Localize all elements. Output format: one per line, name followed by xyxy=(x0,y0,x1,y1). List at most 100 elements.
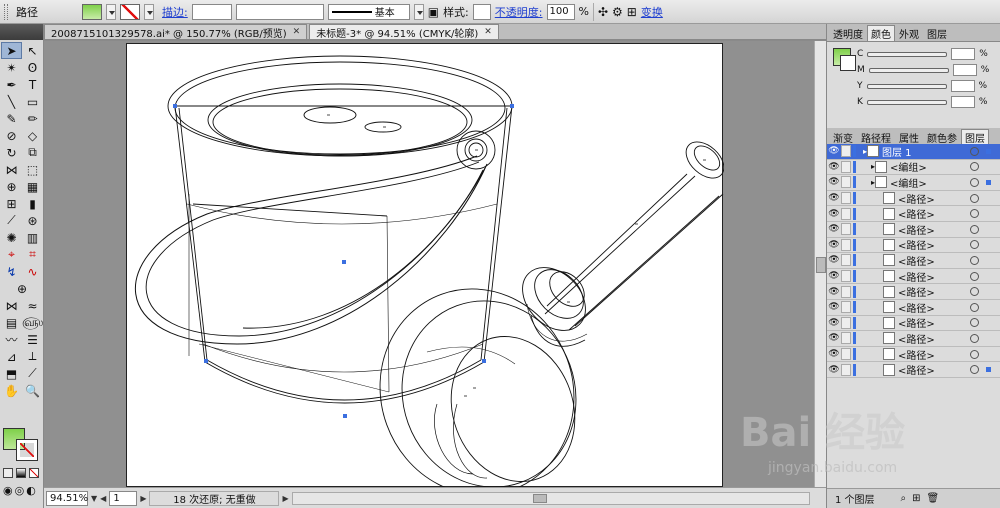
free-transform-tool-icon[interactable]: ⬚ xyxy=(22,161,43,178)
horizontal-scroll-thumb[interactable] xyxy=(532,493,547,503)
artboard-number-field[interactable]: 1 xyxy=(109,490,138,506)
symbol-sprayer-tool-icon[interactable]: ✺ xyxy=(1,229,22,246)
visibility-eye-icon[interactable]: 👁 xyxy=(827,209,841,219)
tools-panel-header[interactable] xyxy=(0,24,43,40)
lasso-tool-icon[interactable]: ʘ xyxy=(22,59,43,76)
layer-row[interactable]: 👁 <路径> xyxy=(827,253,1000,269)
yellow-value[interactable] xyxy=(950,80,975,92)
artboard-tool-icon[interactable]: ⌖ xyxy=(1,246,22,263)
magenta-slider[interactable] xyxy=(868,67,949,73)
mesh-tool-icon[interactable]: ⊞ xyxy=(1,195,22,212)
layer-row[interactable]: 👁 <路径> xyxy=(827,238,1000,254)
close-icon[interactable]: ✕ xyxy=(293,27,301,37)
visibility-eye-icon[interactable]: 👁 xyxy=(827,224,841,234)
blob-brush-tool-icon[interactable]: ⊘ xyxy=(1,127,22,144)
black-value[interactable] xyxy=(950,96,975,108)
warp-tool-icon[interactable]: ≈ xyxy=(22,297,43,314)
canvas-area[interactable] xyxy=(44,41,814,487)
target-icon[interactable] xyxy=(970,287,979,297)
lock-toggle[interactable] xyxy=(841,238,851,251)
layer-row[interactable]: 👁 ▸ 图层 1 xyxy=(827,144,1000,160)
target-icon[interactable] xyxy=(970,349,979,359)
tab-color-guide[interactable]: 颜色参 xyxy=(923,129,961,145)
visibility-eye-icon[interactable]: 👁 xyxy=(827,240,841,250)
screen-mode-icon[interactable]: ◐ xyxy=(26,484,36,497)
eyedropper-tool-icon[interactable]: ⟋ xyxy=(1,212,22,229)
tab-appearance[interactable]: 外观 xyxy=(895,25,923,41)
target-icon[interactable] xyxy=(970,318,979,328)
tab-color[interactable]: 颜色 xyxy=(867,25,895,41)
visibility-eye-icon[interactable]: 👁 xyxy=(827,162,841,172)
stroke-profile-field[interactable]: 基本 xyxy=(327,3,410,20)
layer-row[interactable]: 👁 <路径> xyxy=(827,347,1000,363)
close-icon[interactable]: ✕ xyxy=(484,27,492,37)
target-icon[interactable] xyxy=(970,365,979,375)
expand-arrow-icon[interactable]: ▸ xyxy=(859,147,867,156)
layer-row[interactable]: 👁 <路径> xyxy=(827,269,1000,285)
target-icon[interactable] xyxy=(970,209,979,219)
tab-pathfinder[interactable]: 路径程 xyxy=(857,129,895,145)
tab-document-1[interactable]: 2008715101329578.ai* @ 150.77% (RGB/预览) … xyxy=(44,24,308,40)
hand-tool-icon[interactable]: ✋ xyxy=(1,382,22,399)
opacity-link[interactable]: 不透明度: xyxy=(495,4,543,20)
globe-tool-icon[interactable]: ⊕ xyxy=(1,280,43,297)
layer-row[interactable]: 👁 <路径> xyxy=(827,316,1000,332)
none-mode-icon[interactable] xyxy=(29,468,39,478)
lock-toggle[interactable] xyxy=(841,223,851,236)
crop-tool-icon[interactable]: ⬒ xyxy=(1,365,22,382)
next-artboard-icon[interactable]: ▶ xyxy=(140,494,146,503)
lock-toggle[interactable] xyxy=(841,316,851,329)
target-icon[interactable] xyxy=(970,271,979,281)
recolor-icon[interactable]: ✣ xyxy=(598,5,608,19)
line-tool-icon[interactable]: ╲ xyxy=(1,93,22,110)
layer-row[interactable]: 👁 <路径> xyxy=(827,284,1000,300)
bottle-outline[interactable] xyxy=(351,135,724,487)
artboard[interactable] xyxy=(126,43,724,487)
settings-icon[interactable]: ⚙ xyxy=(612,5,623,19)
opacity-field[interactable]: 100 xyxy=(546,3,575,20)
status-menu-icon[interactable]: ▶ xyxy=(282,494,288,503)
lock-toggle[interactable] xyxy=(841,160,851,173)
fill-swatch[interactable] xyxy=(82,3,102,20)
lock-toggle[interactable] xyxy=(841,301,851,314)
visibility-eye-icon[interactable]: 👁 xyxy=(827,318,841,328)
reflect-tool-icon[interactable]: ⋈ xyxy=(1,297,22,314)
zoom-tool-icon[interactable]: 🔍 xyxy=(22,382,43,399)
gradient-mode-icon[interactable] xyxy=(16,468,26,478)
expand-arrow-icon[interactable]: ▸ xyxy=(859,178,875,187)
paintbrush-tool-icon[interactable]: ✎ xyxy=(1,110,22,127)
pencil-tool-icon[interactable]: ✏ xyxy=(22,110,43,127)
pen-tool-icon[interactable]: ✒ xyxy=(1,76,22,93)
lock-toggle[interactable] xyxy=(841,363,851,376)
visibility-eye-icon[interactable]: 👁 xyxy=(827,302,841,312)
yellow-slider[interactable] xyxy=(866,83,947,89)
new-sublayer-icon[interactable]: ⊞ xyxy=(912,493,920,504)
stroke-swatch[interactable] xyxy=(120,3,140,20)
layer-row[interactable]: 👁 <路径> xyxy=(827,191,1000,207)
visibility-eye-icon[interactable]: 👁 xyxy=(827,287,841,297)
eraser-tool-icon[interactable]: ◇ xyxy=(22,127,43,144)
outline-artwork[interactable] xyxy=(127,44,724,487)
lock-toggle[interactable] xyxy=(841,332,851,345)
lock-toggle[interactable] xyxy=(841,285,851,298)
magenta-value[interactable] xyxy=(952,64,977,76)
lock-toggle[interactable] xyxy=(841,207,851,220)
draw-normal-icon[interactable]: ◉ xyxy=(3,484,13,497)
measure-tool-icon[interactable]: ⟂ xyxy=(22,348,43,365)
layer-row[interactable]: 👁 ▸ <编组> xyxy=(827,175,1000,191)
delete-layer-icon[interactable]: 🗑 xyxy=(927,493,940,504)
target-icon[interactable] xyxy=(970,162,979,172)
tab-attributes[interactable]: 属性 xyxy=(895,129,923,145)
target-icon[interactable] xyxy=(970,224,979,234)
target-icon[interactable] xyxy=(970,146,979,156)
visibility-eye-icon[interactable]: 👁 xyxy=(827,177,841,187)
shape-builder-tool-icon[interactable]: ⊕ xyxy=(1,178,22,195)
stroke-color-icon[interactable] xyxy=(16,439,38,461)
scissors-tool-icon[interactable]: ∿ xyxy=(22,263,43,280)
stroke-dropdown-icon[interactable] xyxy=(144,3,154,20)
draw-behind-icon[interactable]: ◎ xyxy=(15,484,25,497)
first-artboard-icon[interactable]: ◀ xyxy=(100,494,106,503)
target-icon[interactable] xyxy=(970,240,979,250)
target-icon[interactable] xyxy=(970,333,979,343)
twirl-tool-icon[interactable]: ௵ xyxy=(22,314,43,331)
